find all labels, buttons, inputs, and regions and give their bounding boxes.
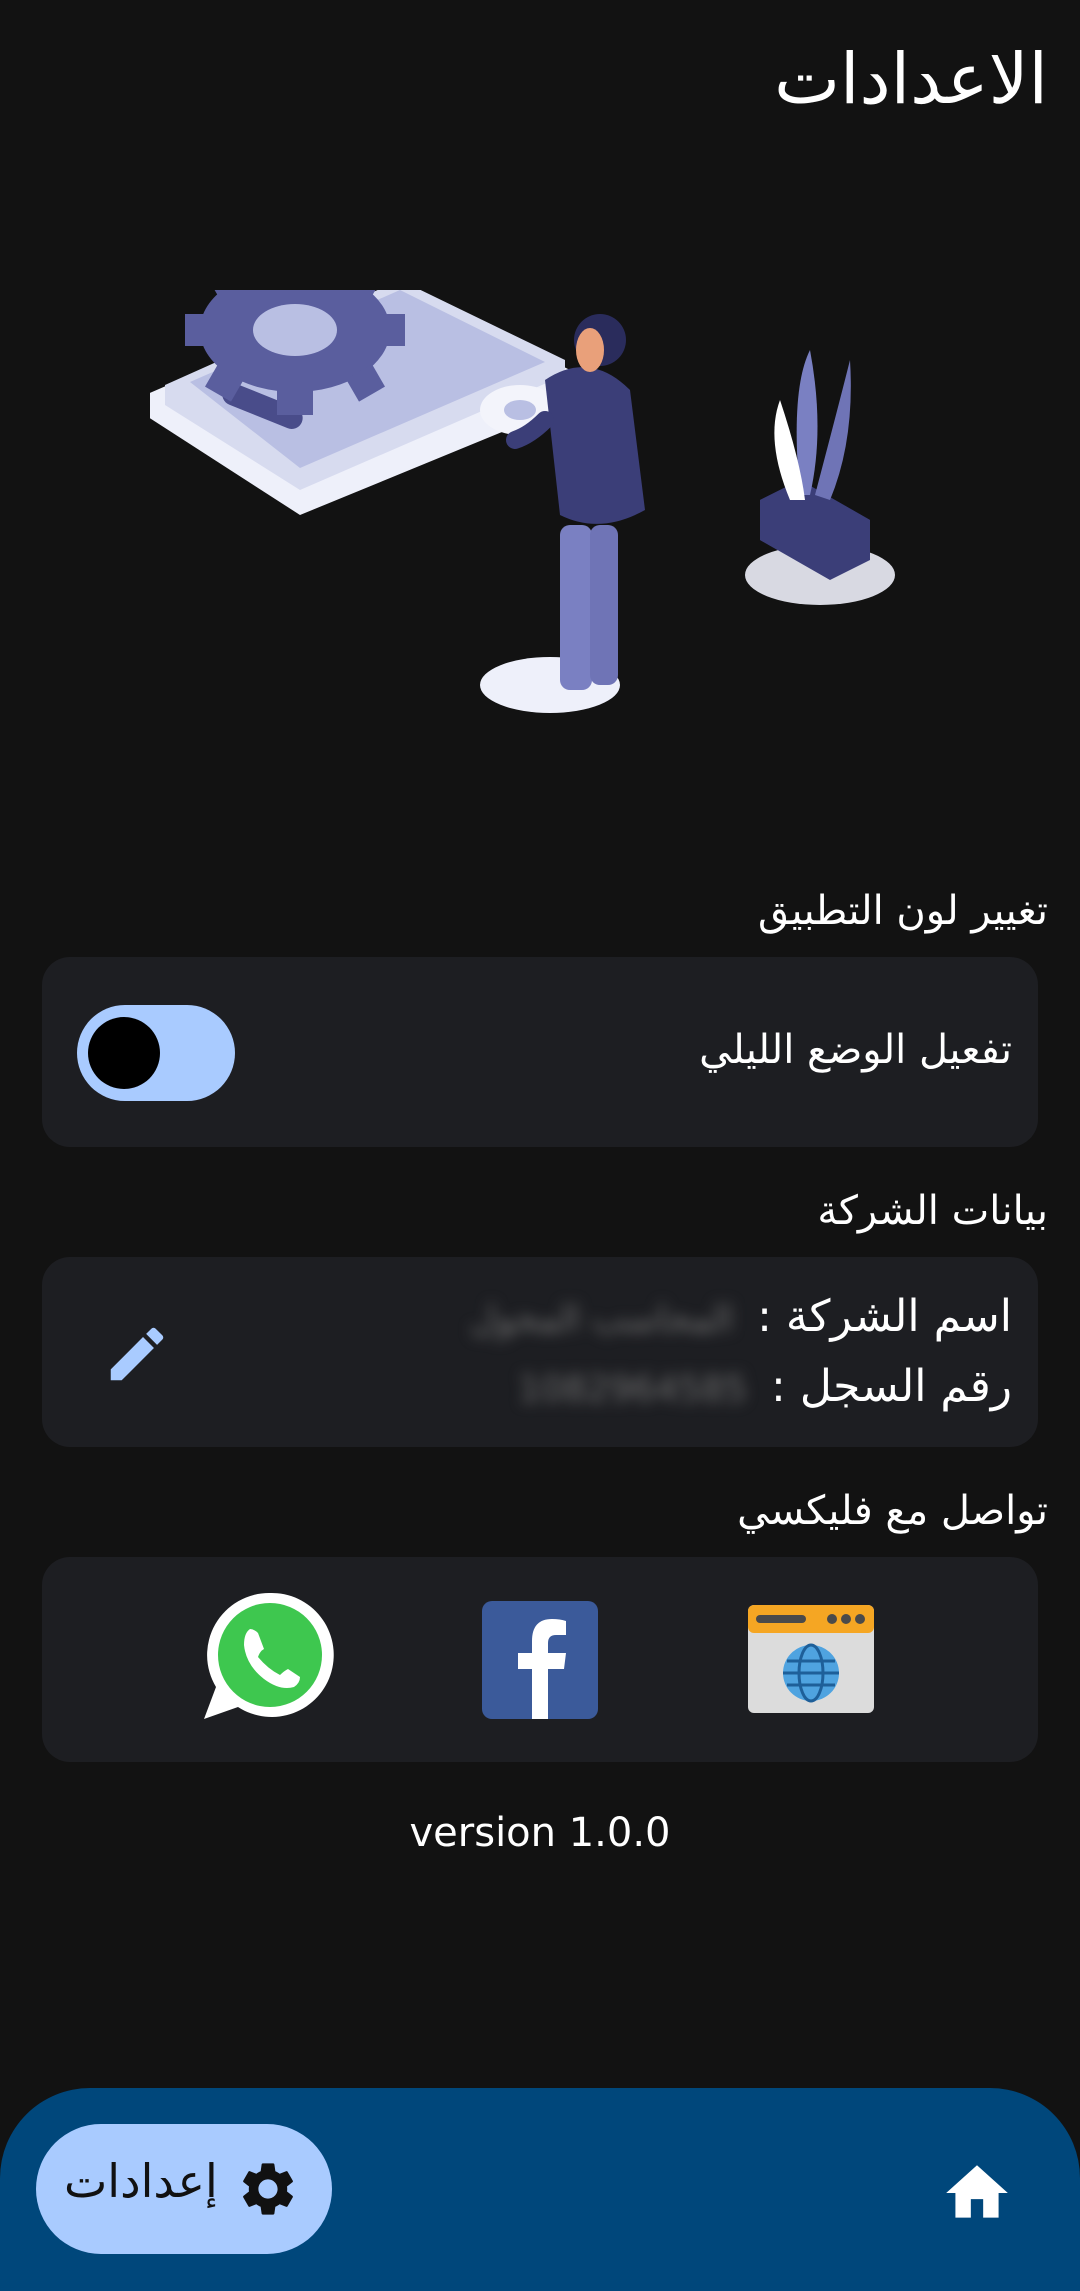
company-name-row: اسم الشركة : المحاسب المحول bbox=[470, 1291, 1012, 1342]
whatsapp-icon[interactable] bbox=[200, 1587, 340, 1727]
register-number-label: رقم السجل : bbox=[771, 1361, 1012, 1412]
page-title: الاعدادات bbox=[774, 38, 1048, 120]
website-icon[interactable] bbox=[748, 1605, 874, 1713]
company-card: اسم الشركة : المحاسب المحول رقم السجل : 10… bbox=[42, 1257, 1038, 1447]
bottom-navigation: إعدادات bbox=[0, 2088, 1080, 2291]
dark-mode-card: تفعيل الوضع الليلي bbox=[42, 957, 1038, 1147]
register-number-value: 1082964585 bbox=[517, 1369, 748, 1410]
contact-section-title: تواصل مع فليكسي bbox=[737, 1488, 1048, 1534]
app-version: version 1.0.0 bbox=[409, 1810, 671, 1856]
dark-mode-label: تفعيل الوضع الليلي bbox=[699, 1027, 1012, 1073]
company-name-label: اسم الشركة : bbox=[757, 1291, 1012, 1342]
nav-settings-label: إعدادات bbox=[64, 2154, 218, 2208]
facebook-icon[interactable] bbox=[482, 1601, 598, 1719]
toggle-knob bbox=[88, 1017, 160, 1089]
theme-section-title: تغيير لون التطبيق bbox=[758, 888, 1048, 934]
register-number-row: رقم السجل : 1082964585 bbox=[518, 1361, 1012, 1412]
company-name-value: المحاسب المحول bbox=[470, 1299, 734, 1340]
settings-illustration bbox=[150, 290, 895, 713]
dark-mode-toggle[interactable] bbox=[77, 1005, 235, 1101]
company-section-title: بيانات الشركة bbox=[817, 1188, 1048, 1234]
gear-icon bbox=[243, 2163, 293, 2215]
edit-icon[interactable] bbox=[102, 1319, 172, 1389]
home-icon[interactable] bbox=[940, 2156, 1014, 2230]
nav-settings-button[interactable]: إعدادات bbox=[36, 2124, 332, 2254]
contact-card bbox=[42, 1557, 1038, 1762]
